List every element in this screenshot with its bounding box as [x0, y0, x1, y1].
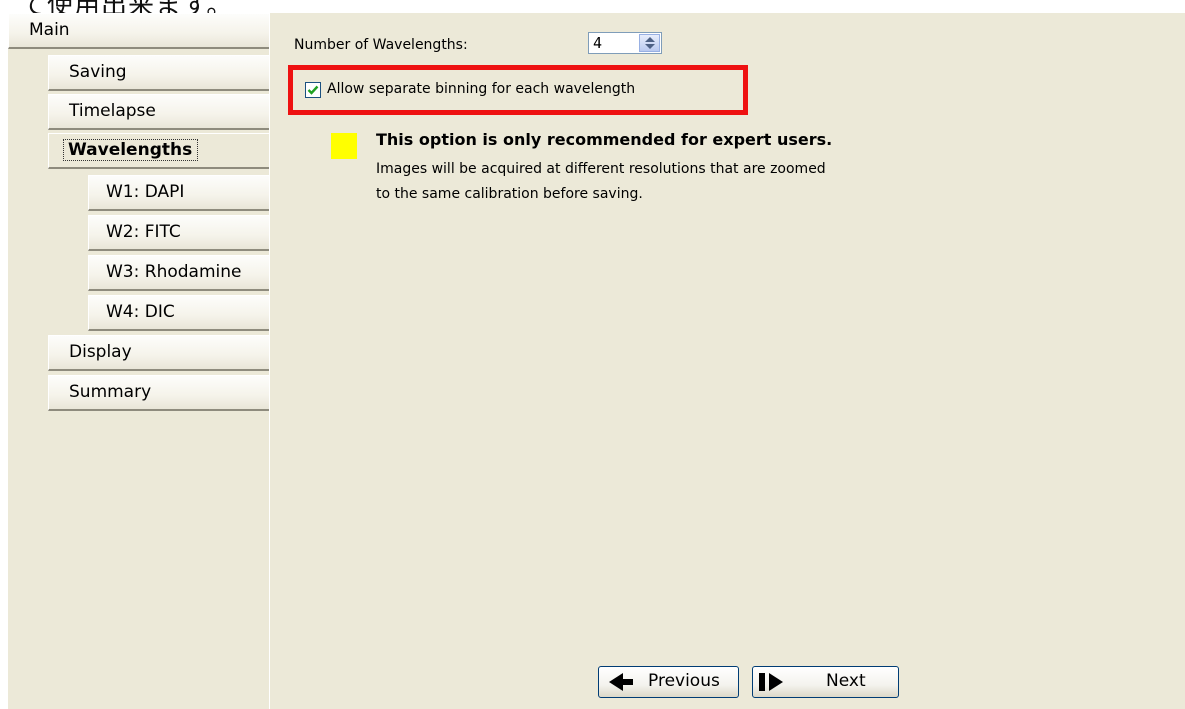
sidebar-item-wavelengths[interactable]: Wavelengths: [48, 133, 269, 169]
highlight-annotation: Allow separate binning for each waveleng…: [288, 65, 748, 115]
num-wavelengths-value[interactable]: 4: [593, 34, 602, 52]
background-document-text: て使用出来ます。: [0, 0, 1185, 13]
sidebar-item-label: Main: [29, 20, 70, 40]
warning-line: Images will be acquired at different res…: [376, 161, 826, 177]
sidebar-item-summary[interactable]: Summary: [48, 375, 269, 411]
warning-description: Images will be acquired at different res…: [376, 157, 996, 207]
num-wavelengths-stepper[interactable]: 4: [588, 32, 662, 54]
separate-binning-checkbox[interactable]: [305, 82, 321, 98]
sidebar-item-label: Display: [69, 342, 132, 362]
sidebar-item-label: W3: Rhodamine: [106, 262, 242, 282]
sidebar-item-timelapse[interactable]: Timelapse: [48, 94, 269, 130]
arrow-left-icon: [609, 673, 623, 691]
next-button-label: Next: [826, 671, 866, 691]
sidebar-item-label: Timelapse: [69, 101, 156, 121]
acquisition-wizard-window: Main Saving Timelapse Wavelengths W1: DA…: [8, 13, 1185, 709]
previous-button-label: Previous: [648, 671, 720, 691]
sidebar-item-main[interactable]: Main: [8, 13, 269, 49]
sidebar-item-w4-dic[interactable]: W4: DIC: [88, 295, 269, 331]
sidebar-item-label: W1: DAPI: [106, 182, 185, 202]
sidebar-item-label: Summary: [69, 382, 152, 402]
previous-button[interactable]: Previous: [598, 666, 739, 698]
sidebar-item-label: Wavelengths: [63, 139, 199, 161]
warning-title: This option is only recommended for expe…: [376, 130, 833, 149]
wavelengths-panel: Number of Wavelengths: 4 Allow separate …: [270, 13, 1185, 709]
separate-binning-label[interactable]: Allow separate binning for each waveleng…: [327, 81, 635, 97]
arrow-right-icon: [769, 673, 783, 691]
sidebar-item-label: W2: FITC: [106, 222, 181, 242]
warning-line: to the same calibration before saving.: [376, 186, 643, 202]
chevron-up-icon[interactable]: [645, 37, 655, 42]
warning-icon: [331, 133, 357, 159]
chevron-down-icon[interactable]: [645, 44, 655, 49]
num-wavelengths-label: Number of Wavelengths:: [294, 37, 468, 53]
sidebar-item-label: W4: DIC: [106, 302, 175, 322]
checkmark-icon: [307, 85, 319, 95]
stepper-buttons[interactable]: [639, 34, 660, 52]
background-text-fragment: て使用出来ます。: [20, 0, 233, 13]
sidebar-nav: Main Saving Timelapse Wavelengths W1: DA…: [8, 13, 269, 709]
sidebar-item-w2-fitc[interactable]: W2: FITC: [88, 215, 269, 251]
arrow-left-tail: [623, 679, 633, 685]
sidebar-item-w3-rhodamine[interactable]: W3: Rhodamine: [88, 255, 269, 291]
next-button[interactable]: Next: [752, 666, 899, 698]
sidebar-item-label: Saving: [69, 62, 127, 82]
sidebar-item-w1-dapi[interactable]: W1: DAPI: [88, 175, 269, 211]
sidebar-item-saving[interactable]: Saving: [48, 55, 269, 91]
sidebar-item-display[interactable]: Display: [48, 335, 269, 371]
arrow-right-tail: [759, 673, 765, 691]
